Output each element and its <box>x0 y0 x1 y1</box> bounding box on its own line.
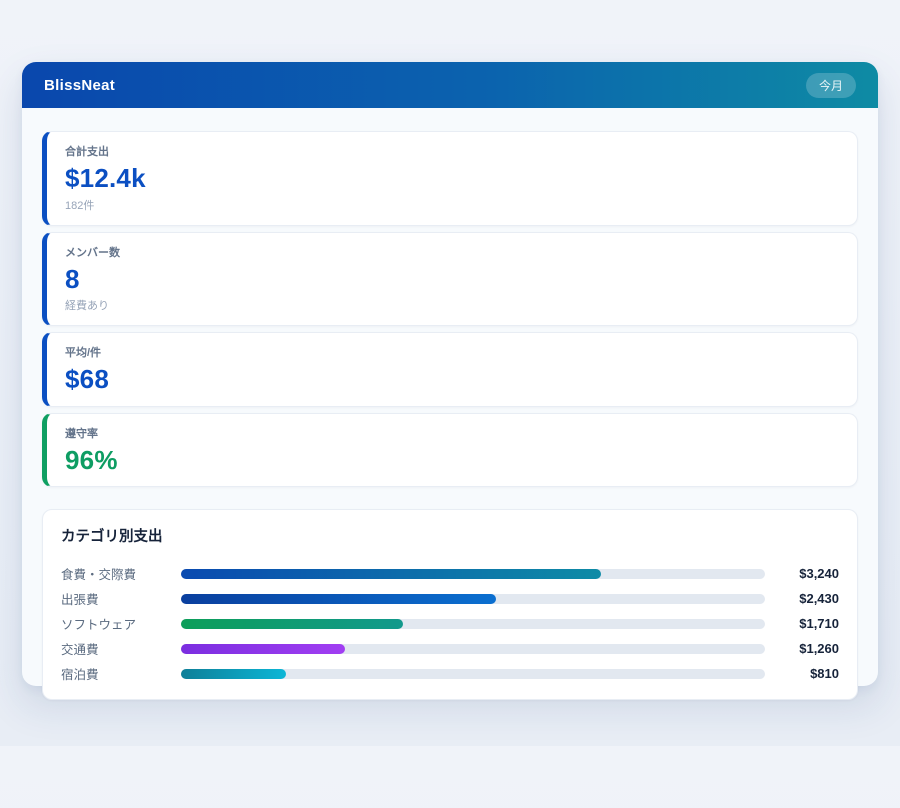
stat-value: $68 <box>65 365 839 394</box>
category-spend-panel: カテゴリ別支出 食費・交際費 $3,240 出張費 $2,430 ソフトウェア <box>42 509 858 700</box>
category-label: 宿泊費 <box>61 664 181 683</box>
app-title: BlissNeat <box>44 77 115 94</box>
bar-fill <box>181 619 403 629</box>
bar-track <box>181 644 765 654</box>
category-row: ソフトウェア $1,710 <box>61 611 839 636</box>
stat-card-compliance-rate: 遵守率 96% <box>42 413 858 488</box>
period-badge[interactable]: 今月 <box>806 73 856 98</box>
category-row: 食費・交際費 $3,240 <box>61 561 839 586</box>
stat-card-average-per-item: 平均/件 $68 <box>42 332 858 407</box>
stat-card-total-spend: 合計支出 $12.4k 182件 <box>42 131 858 226</box>
stat-value: $12.4k <box>65 164 839 193</box>
category-amount: $810 <box>773 666 839 681</box>
category-label: 出張費 <box>61 589 181 608</box>
category-amount: $2,430 <box>773 591 839 606</box>
bar-fill <box>181 669 286 679</box>
stat-label: 遵守率 <box>65 425 839 441</box>
category-panel-title: カテゴリ別支出 <box>61 525 839 546</box>
category-row: 宿泊費 $810 <box>61 661 839 686</box>
stat-label: メンバー数 <box>65 244 839 260</box>
category-amount: $1,710 <box>773 616 839 631</box>
category-label: 交通費 <box>61 639 181 658</box>
bar-track <box>181 569 765 579</box>
category-row: 出張費 $2,430 <box>61 586 839 611</box>
dashboard-window: BlissNeat 今月 合計支出 $12.4k 182件 メンバー数 8 経費… <box>22 62 878 686</box>
stat-subtext: 経費あり <box>65 297 839 313</box>
bar-track <box>181 619 765 629</box>
stat-label: 平均/件 <box>65 344 839 360</box>
dashboard-body: 合計支出 $12.4k 182件 メンバー数 8 経費あり 平均/件 $68 遵… <box>22 108 878 700</box>
app-header: BlissNeat 今月 <box>22 62 878 108</box>
category-amount: $3,240 <box>773 566 839 581</box>
category-label: 食費・交際費 <box>61 564 181 583</box>
category-row: 交通費 $1,260 <box>61 636 839 661</box>
bar-fill <box>181 569 601 579</box>
stat-label: 合計支出 <box>65 143 839 159</box>
bar-track <box>181 594 765 604</box>
bar-track <box>181 669 765 679</box>
category-label: ソフトウェア <box>61 614 181 633</box>
bar-fill <box>181 594 496 604</box>
category-amount: $1,260 <box>773 641 839 656</box>
stat-value: 8 <box>65 265 839 294</box>
stat-value: 96% <box>65 446 839 475</box>
stat-subtext: 182件 <box>65 197 839 213</box>
bar-fill <box>181 644 345 654</box>
stat-card-member-count: メンバー数 8 経費あり <box>42 232 858 327</box>
